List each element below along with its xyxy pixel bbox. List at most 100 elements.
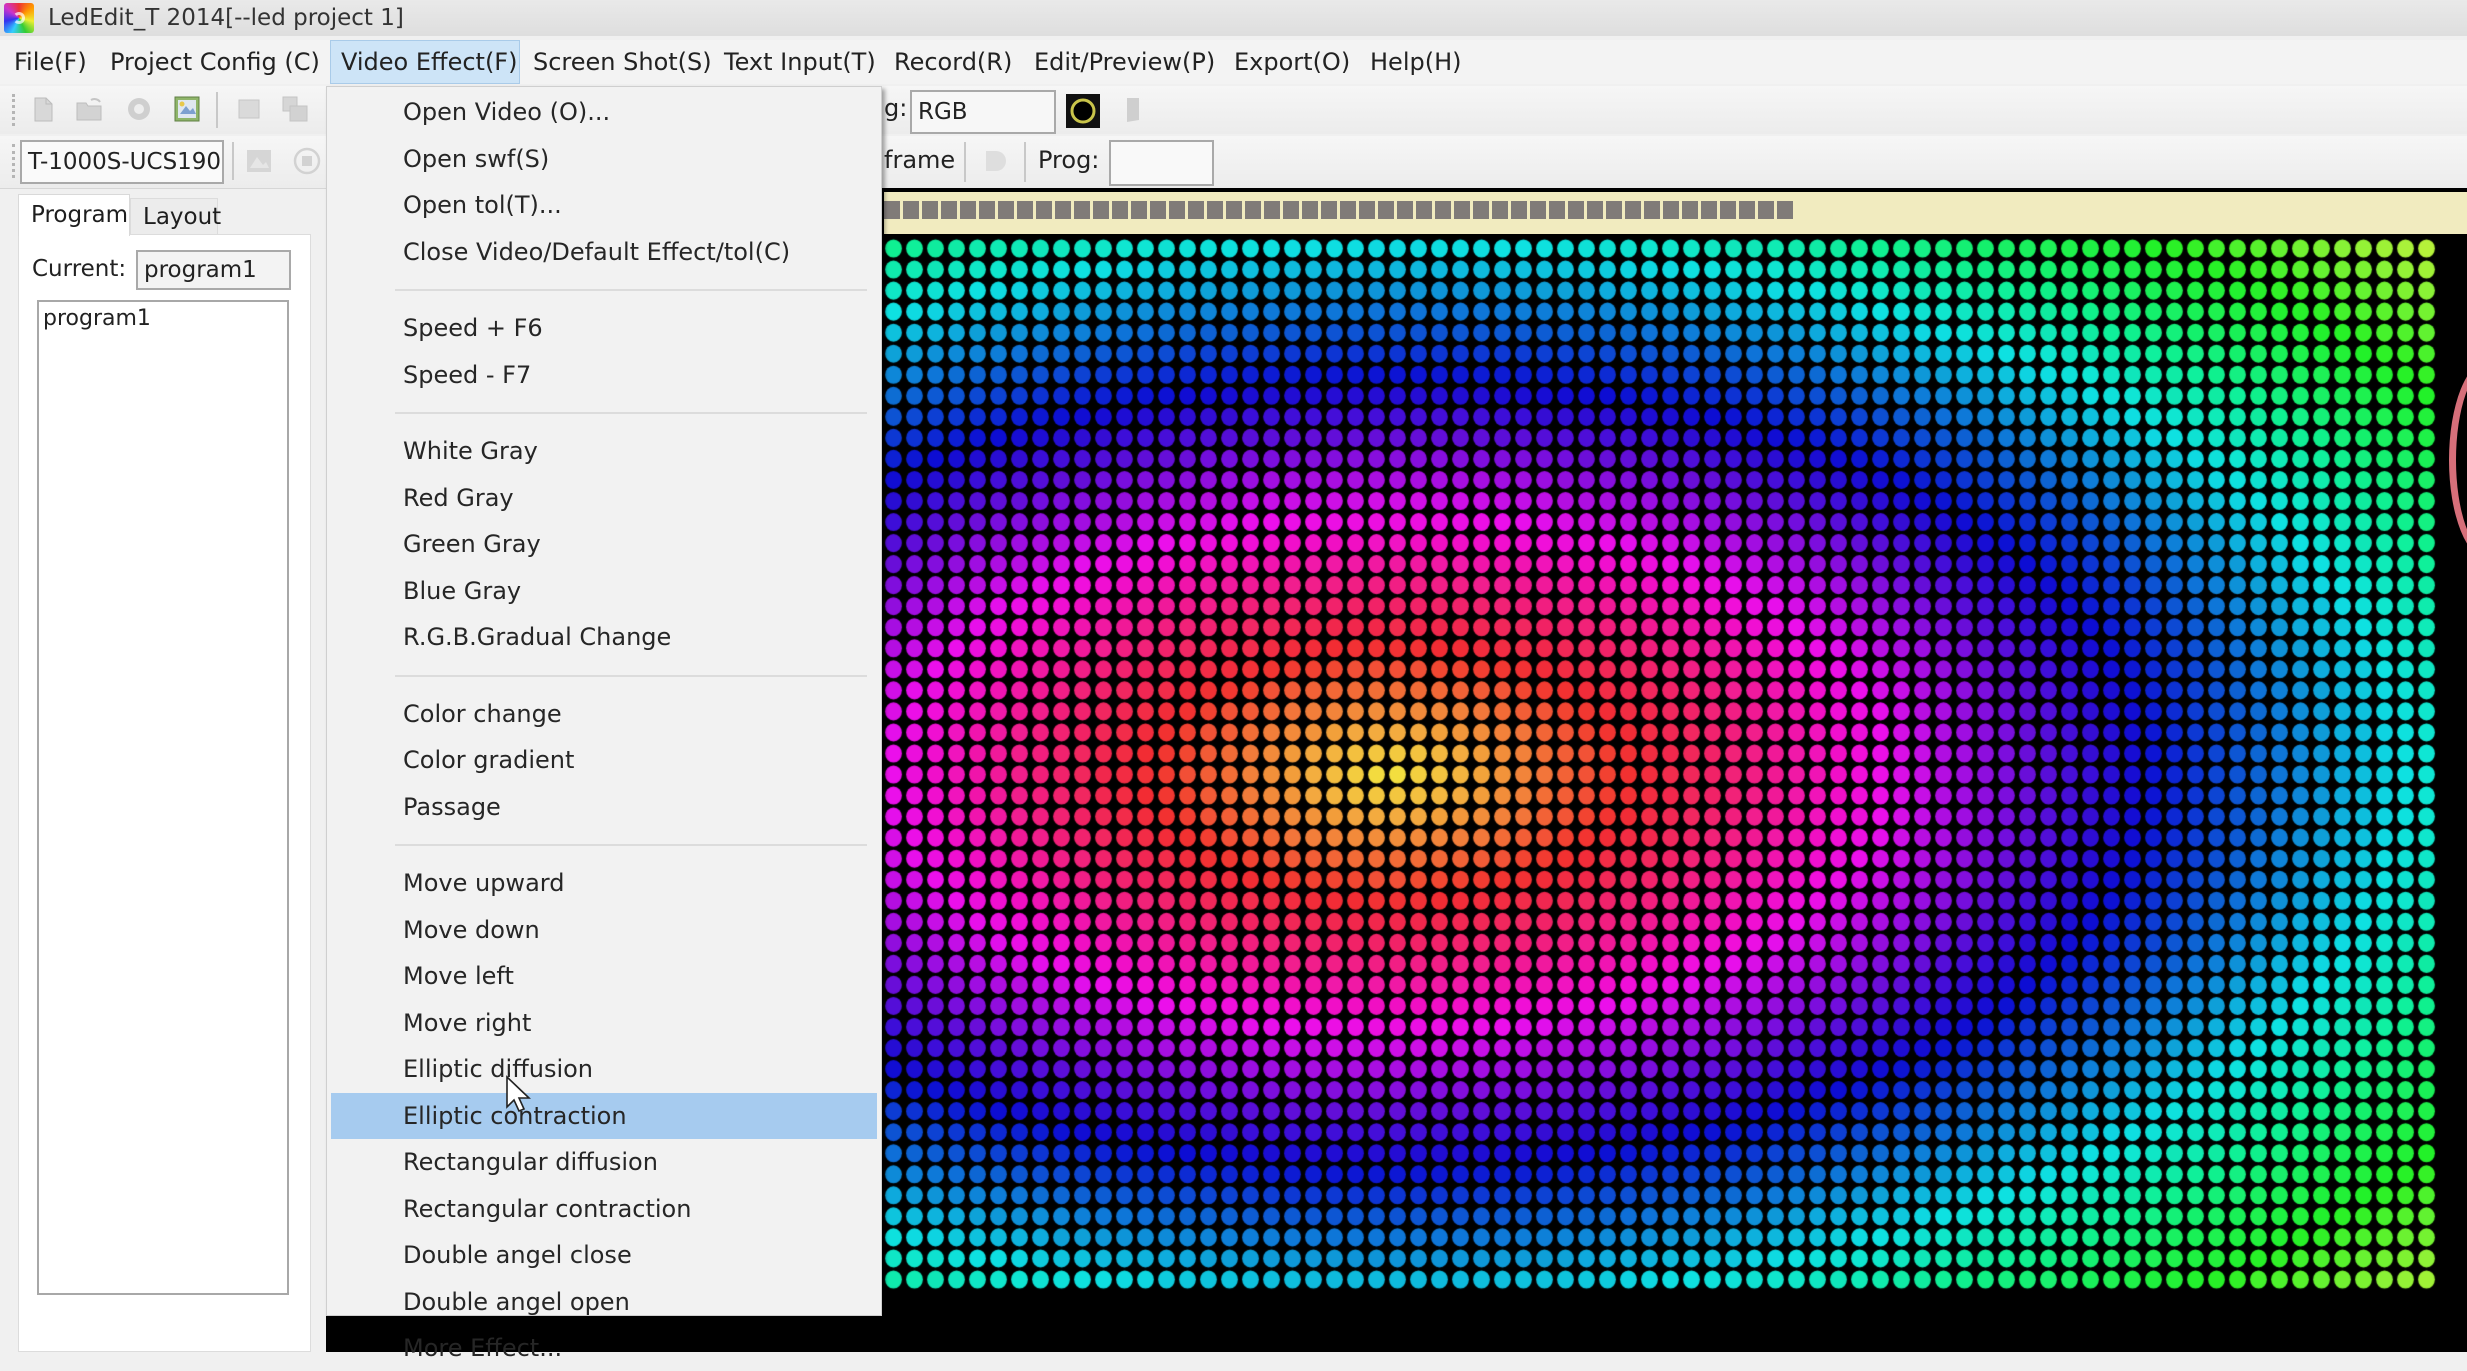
window-icon[interactable] — [234, 94, 264, 124]
tab-layout[interactable]: Layout — [130, 198, 221, 234]
progress-segment — [998, 201, 1014, 219]
menu-item-r-g-b-gradual-change[interactable]: R.G.B.Gradual Change — [331, 614, 877, 660]
progress-segment — [1150, 201, 1166, 219]
progress-segment — [1416, 201, 1432, 219]
menu-project-config[interactable]: Project Config (C) — [100, 40, 330, 84]
progress-segment — [1435, 201, 1451, 219]
frame-label: frame — [884, 146, 956, 174]
toolbar-grip[interactable] — [12, 94, 18, 126]
menu-bar: File(F) Project Config (C) Video Effect(… — [0, 40, 2467, 84]
progress-segment — [1739, 201, 1755, 219]
progress-segment — [1188, 201, 1204, 219]
menu-item-white-gray[interactable]: White Gray — [331, 428, 877, 474]
prog-label: Prog: — [1038, 146, 1100, 174]
menu-export[interactable]: Export(O) — [1224, 40, 1360, 84]
toolbar-separator — [216, 92, 218, 128]
progress-segment — [1568, 201, 1584, 219]
menu-item-green-gray[interactable]: Green Gray — [331, 521, 877, 567]
progress-segment — [1378, 201, 1394, 219]
menu-item-color-gradient[interactable]: Color gradient — [331, 737, 877, 783]
progress-segment — [979, 201, 995, 219]
progress-segment — [1606, 201, 1622, 219]
menu-item-open-swf-s[interactable]: Open swf(S) — [331, 136, 877, 182]
video-effect-dropdown: Open Video (O)... Open swf(S) Open tol(T).… — [326, 86, 882, 1362]
mouse-cursor-icon — [506, 1075, 531, 1113]
menu-screen-shot[interactable]: Screen Shot(S) — [523, 40, 722, 84]
progress-segment — [1207, 201, 1223, 219]
new-file-icon[interactable] — [28, 94, 58, 124]
menu-item-move-right[interactable]: Move right — [331, 1000, 877, 1046]
image-icon[interactable] — [172, 94, 202, 124]
menu-item-blue-gray[interactable]: Blue Gray — [331, 568, 877, 614]
menu-item-open-video-o[interactable]: Open Video (O)... — [331, 89, 877, 135]
progress-segment — [1245, 201, 1261, 219]
progress-segment — [1283, 201, 1299, 219]
menu-item-double-angel-open[interactable]: Double angel open — [331, 1279, 877, 1325]
menu-video-effect[interactable]: Video Effect(F) — [330, 40, 520, 84]
menu-item-speed-f7[interactable]: Speed - F7 — [331, 352, 877, 398]
menu-item-elliptic-contraction[interactable]: Elliptic contraction — [331, 1092, 877, 1139]
toolbar-separator — [1024, 142, 1026, 182]
menu-item-move-down[interactable]: Move down — [331, 907, 877, 953]
menu-item-rectangular-contraction[interactable]: Rectangular contraction — [331, 1186, 877, 1232]
menu-edit-preview[interactable]: Edit/Preview(P) — [1024, 40, 1225, 84]
current-program-field[interactable]: program1 — [136, 250, 291, 290]
open-folder-icon[interactable] — [74, 94, 104, 124]
prog-input[interactable] — [1109, 140, 1214, 186]
color-mode-select[interactable]: RGB — [910, 90, 1056, 134]
menu-separator — [395, 412, 867, 414]
menu-item-move-left[interactable]: Move left — [331, 953, 877, 999]
color-mode-label: g: — [884, 94, 908, 122]
menu-text-input[interactable]: Text Input(T) — [714, 40, 886, 84]
progress-segment — [1720, 201, 1736, 219]
window-title: LedEdit_T 2014[--led project 1] — [48, 5, 404, 31]
progress-segment — [1454, 201, 1470, 219]
document-icon[interactable] — [1118, 94, 1148, 124]
settings-gear-icon[interactable] — [124, 94, 154, 124]
toolbar-separator — [232, 142, 234, 180]
menu-item-speed-f6[interactable]: Speed + F6 — [331, 305, 877, 351]
progress-segment — [1169, 201, 1185, 219]
progress-segment — [1492, 201, 1508, 219]
copy-icon[interactable] — [280, 94, 310, 124]
progress-segment — [1340, 201, 1356, 219]
progress-segment — [1473, 201, 1489, 219]
menu-help[interactable]: Help(H) — [1360, 40, 1472, 84]
picture-icon[interactable] — [244, 146, 274, 176]
menu-item-red-gray[interactable]: Red Gray — [331, 475, 877, 521]
progress-segment — [1359, 201, 1375, 219]
progress-segment — [1131, 201, 1147, 219]
progress-segment — [903, 201, 919, 219]
progress-segment — [922, 201, 938, 219]
led-matrix-preview — [883, 238, 2437, 1290]
program-list-item[interactable]: program1 — [43, 306, 151, 331]
progress-segment — [1093, 201, 1109, 219]
menu-item-close-video-default-effect-tol-c[interactable]: Close Video/Default Effect/tol(C) — [331, 229, 877, 275]
led-color-icon[interactable] — [1066, 94, 1100, 128]
menu-item-rectangular-diffusion[interactable]: Rectangular diffusion — [331, 1139, 877, 1185]
menu-item-more-effect[interactable]: More Effect... — [331, 1325, 877, 1371]
progress-segment — [1663, 201, 1679, 219]
progress-segment — [884, 201, 900, 219]
toolbar-grip[interactable] — [12, 144, 18, 178]
menu-file[interactable]: File(F) — [4, 40, 97, 84]
menu-item-double-angel-close[interactable]: Double angel close — [331, 1232, 877, 1278]
progress-segment — [1397, 201, 1413, 219]
menu-item-color-change[interactable]: Color change — [331, 691, 877, 737]
menu-item-move-upward[interactable]: Move upward — [331, 860, 877, 906]
menu-item-elliptic-diffusion[interactable]: Elliptic diffusion — [331, 1046, 877, 1092]
program-list[interactable]: program1 — [37, 300, 289, 1295]
progress-segment — [1777, 201, 1793, 219]
frame-step-icon[interactable] — [980, 146, 1010, 176]
controller-select[interactable]: T-1000S-UCS190 — [20, 140, 224, 184]
menu-item-passage[interactable]: Passage — [331, 784, 877, 830]
app-logo-icon — [4, 3, 34, 33]
progress-segment — [1758, 201, 1774, 219]
menu-record[interactable]: Record(R) — [884, 40, 1022, 84]
progress-segment — [1074, 201, 1090, 219]
menu-item-open-tol-t[interactable]: Open tol(T)... — [331, 182, 877, 228]
tab-program[interactable]: Program — [18, 194, 130, 236]
progress-segment — [1644, 201, 1660, 219]
progress-segment — [1625, 201, 1641, 219]
stop-icon[interactable] — [292, 146, 322, 176]
